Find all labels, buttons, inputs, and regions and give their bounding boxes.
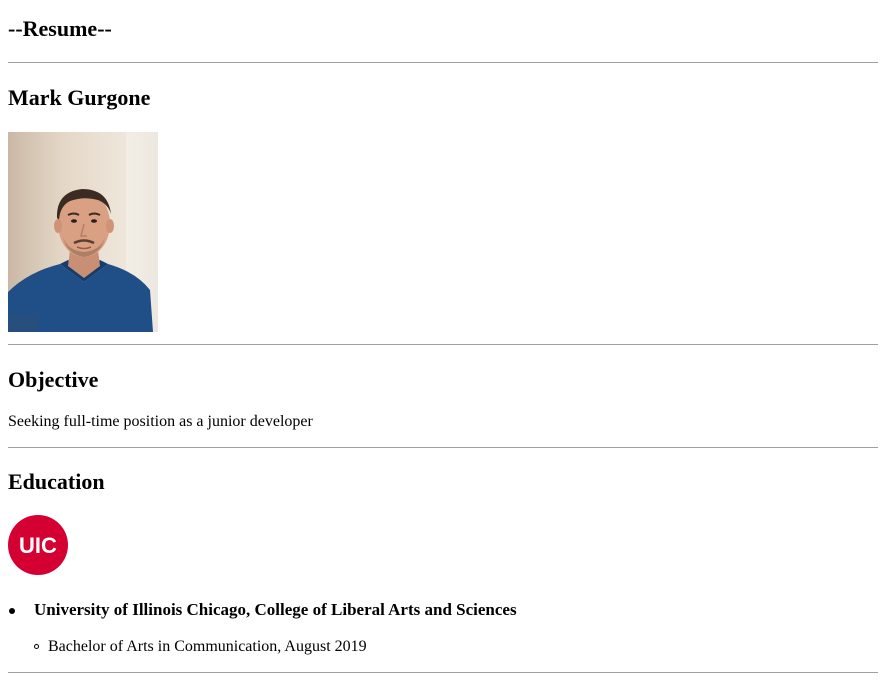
list-item: Bachelor of Arts in Communication, Augus… — [34, 638, 878, 656]
divider — [8, 344, 878, 345]
objective-heading: Objective — [8, 367, 99, 392]
bullet-icon — [9, 608, 15, 614]
uic-logo-text: UIC — [19, 533, 57, 558]
divider — [8, 672, 878, 673]
objective-text: Seeking full-time position as a junior d… — [8, 413, 313, 430]
circle-bullet-icon — [34, 644, 39, 649]
degree-text: Bachelor of Arts in Communication, Augus… — [48, 638, 367, 655]
education-heading: Education — [8, 469, 105, 494]
school-name: University of Illinois Chicago, College … — [34, 600, 517, 619]
divider — [8, 62, 878, 63]
school-list: University of Illinois Chicago, College … — [8, 600, 878, 656]
list-item: University of Illinois Chicago, College … — [8, 600, 878, 656]
degree-list: Bachelor of Arts in Communication, Augus… — [34, 638, 878, 656]
profile-photo — [8, 132, 158, 332]
profile-name: Mark Gurgone — [8, 85, 151, 110]
page-title: --Resume-- — [8, 16, 112, 41]
divider — [8, 447, 878, 448]
uic-logo: UIC — [8, 515, 68, 575]
